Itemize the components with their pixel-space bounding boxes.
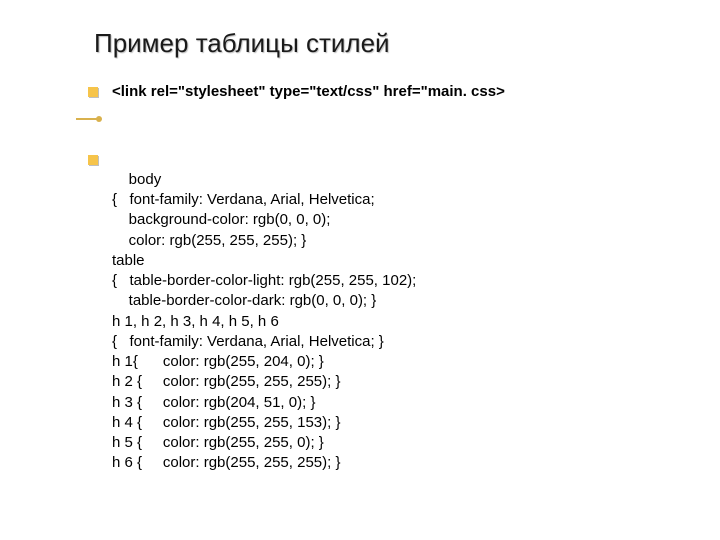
slide: Пример таблицы стилей <link rel="stylesh…	[0, 0, 720, 494]
connector-line-icon	[76, 118, 100, 120]
slide-title: Пример таблицы стилей	[94, 28, 656, 59]
bullet-icon	[88, 155, 98, 165]
bullet-icon	[88, 87, 98, 97]
css-code-text: body { font-family: Verdana, Arial, Helv…	[112, 171, 416, 472]
css-code-block: body { font-family: Verdana, Arial, Helv…	[94, 150, 656, 494]
link-tag-text: <link rel="stylesheet" type="text/css" h…	[112, 83, 505, 100]
link-tag-line: <link rel="stylesheet" type="text/css" h…	[94, 81, 656, 104]
